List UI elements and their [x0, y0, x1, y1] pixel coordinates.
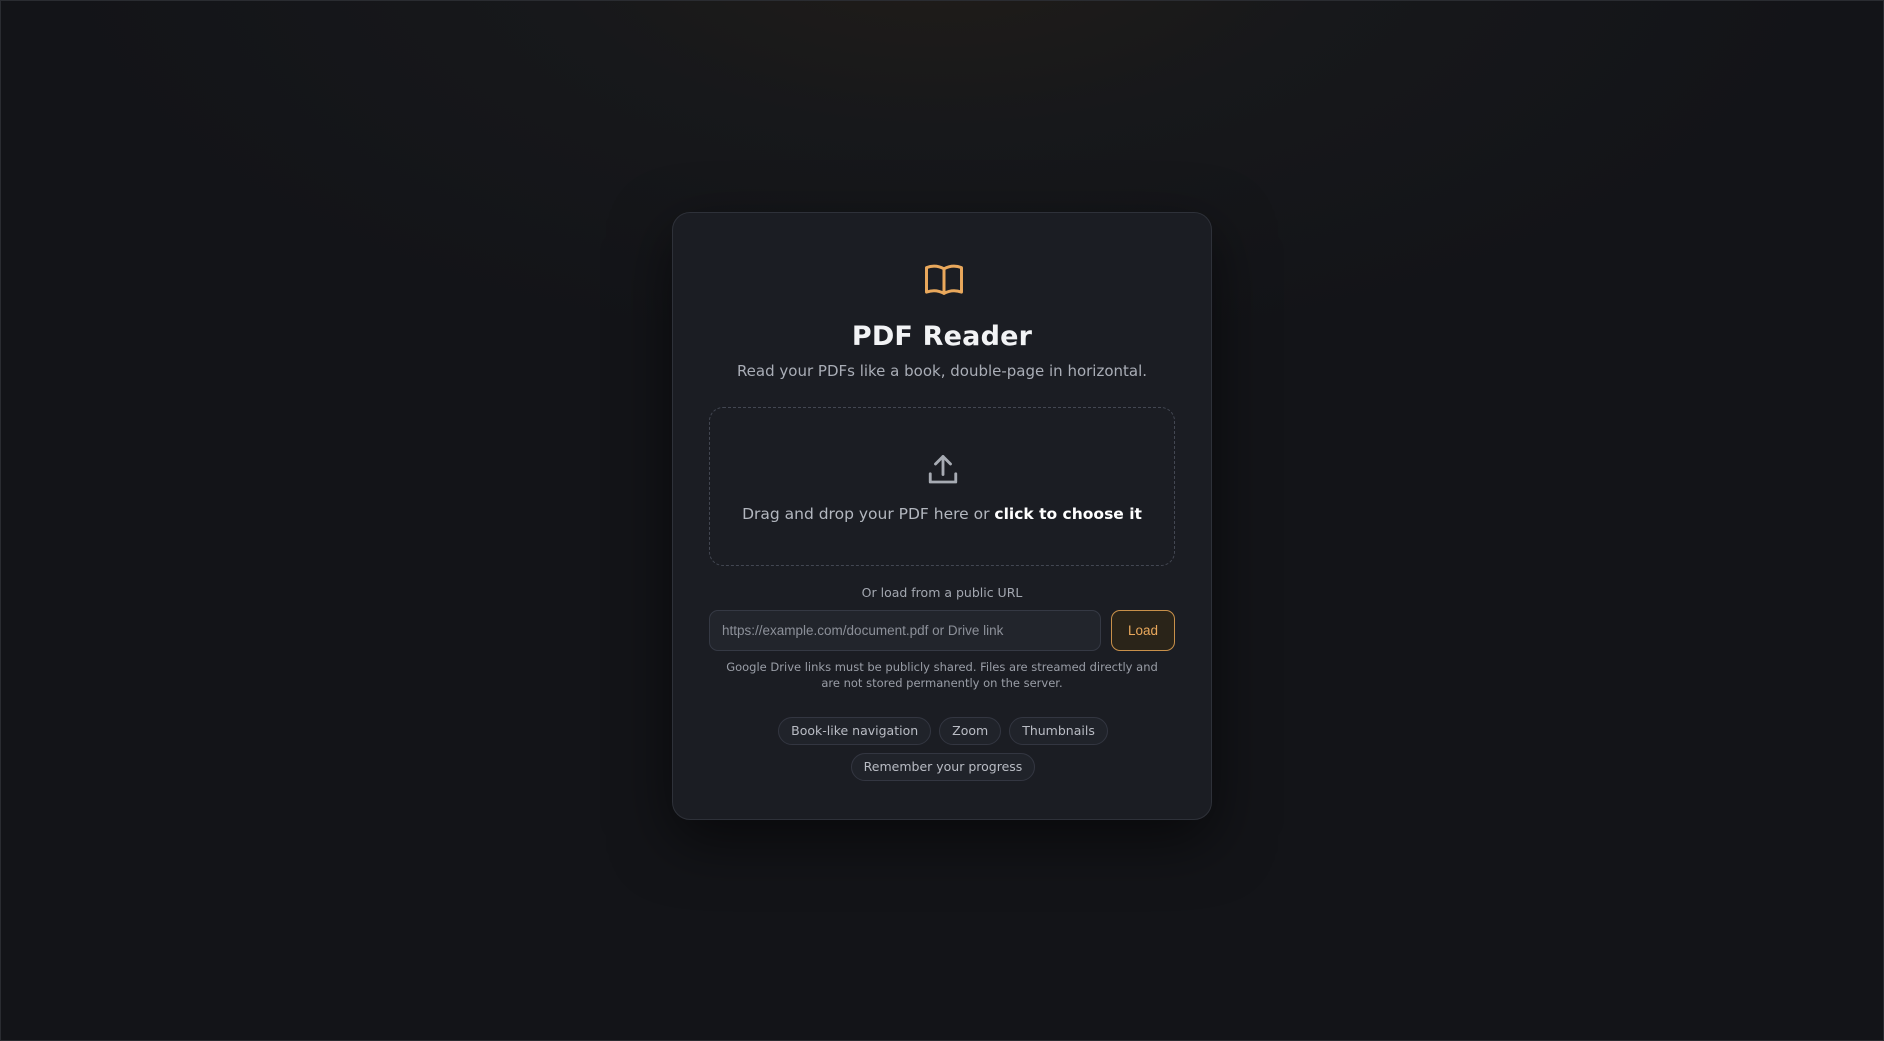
pdf-url-input[interactable] — [709, 610, 1101, 651]
dropzone-instruction: Drag and drop your PDF here or — [742, 505, 995, 523]
pdf-dropzone[interactable]: Drag and drop your PDF here or click to … — [709, 407, 1175, 566]
feature-chips: Book-like navigation Zoom Thumbnails Rem… — [733, 717, 1153, 781]
load-url-button[interactable]: Load — [1111, 610, 1175, 651]
choose-file-link[interactable]: click to choose it — [994, 505, 1142, 523]
page-subtitle: Read your PDFs like a book, double-page … — [736, 362, 1148, 380]
welcome-card: PDF Reader Read your PDFs like a book, d… — [672, 212, 1212, 820]
upload-icon — [928, 455, 958, 484]
open-book-icon — [925, 264, 963, 295]
feature-chip: Book-like navigation — [778, 717, 932, 745]
url-section-label: Or load from a public URL — [861, 585, 1023, 600]
feature-chip: Thumbnails — [1009, 717, 1108, 745]
feature-chip: Remember your progress — [850, 753, 1036, 781]
page-title: PDF Reader — [851, 321, 1033, 352]
dropzone-text: Drag and drop your PDF here or click to … — [710, 505, 1174, 523]
url-help-note: Google Drive links must be publicly shar… — [726, 660, 1158, 690]
feature-chip: Zoom — [939, 717, 1002, 745]
